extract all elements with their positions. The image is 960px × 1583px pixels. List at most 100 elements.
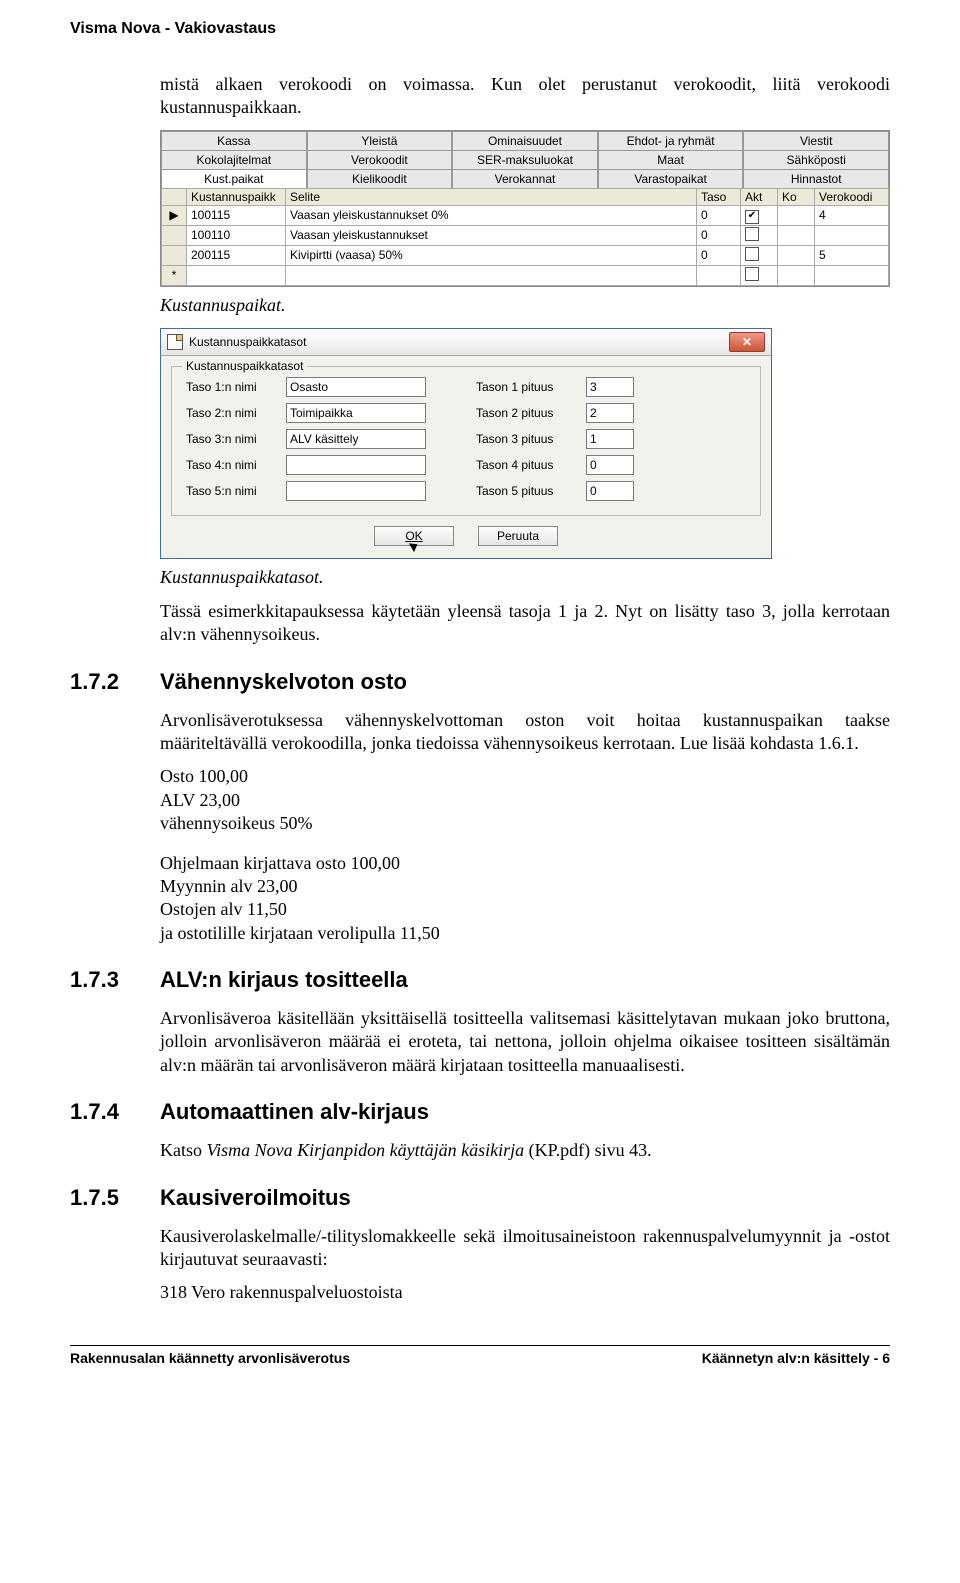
list-172-b: Ohjelmaan kirjattava osto 100,00Myynnin … (160, 852, 890, 946)
table-row[interactable]: * (162, 265, 889, 285)
field-label-taso1-nimi: Taso 1:n nimi (186, 380, 286, 394)
checkbox-icon[interactable] (745, 247, 759, 261)
cell-verokoodi[interactable] (815, 225, 889, 245)
cell-selite[interactable]: Vaasan yleiskustannukset (286, 225, 697, 245)
tab-verokannat[interactable]: Verokannat (452, 169, 598, 188)
tab-ominaisuudet[interactable]: Ominaisuudet (452, 131, 598, 150)
tab-strip: Kassa Yleistä Ominaisuudet Ehdot- ja ryh… (161, 131, 889, 188)
cell-akt[interactable] (741, 245, 778, 265)
heading-title-172: Vähennyskelvoton osto (160, 669, 407, 695)
footer-left: Rakennusalan käännetty arvonlisäverotus (70, 1350, 350, 1366)
kustannuspaikka-grid[interactable]: Kustannuspaikk Selite Taso Akt Ko Veroko… (161, 188, 889, 286)
field-label-taso2-pituus: Tason 2 pituus (476, 406, 586, 420)
tab-maat[interactable]: Maat (598, 150, 744, 169)
input-taso3-nimi[interactable] (286, 429, 426, 449)
paragraph-175-2: 318 Vero rakennuspalveluostoista (160, 1281, 890, 1304)
dialog-title: Kustannuspaikkatasot (189, 335, 306, 349)
checkbox-icon[interactable]: ✔ (745, 210, 759, 224)
heading-number-174: 1.7.4 (70, 1099, 160, 1125)
cell-taso[interactable]: 0 (697, 205, 741, 225)
field-label-taso5-pituus: Tason 5 pituus (476, 484, 586, 498)
cell-kust[interactable]: 100115 (187, 205, 286, 225)
col-akt: Akt (741, 188, 778, 205)
tab-kust-paikat[interactable]: Kust.paikat (161, 169, 307, 188)
paragraph-172-1: Arvonlisäverotuksessa vähennyskelvottoma… (160, 709, 890, 756)
input-taso2-pituus[interactable] (586, 403, 634, 423)
input-taso1-pituus[interactable] (586, 377, 634, 397)
col-kustannuspaikk: Kustannuspaikk (187, 188, 286, 205)
cell-verokoodi[interactable]: 4 (815, 205, 889, 225)
input-taso4-pituus[interactable] (586, 455, 634, 475)
cell-ko[interactable] (778, 265, 815, 285)
input-taso1-nimi[interactable] (286, 377, 426, 397)
ok-button[interactable]: OK (374, 526, 454, 546)
paragraph-173-1: Arvonlisäveroa käsitellään yksittäisellä… (160, 1007, 890, 1077)
field-label-taso3-pituus: Tason 3 pituus (476, 432, 586, 446)
paragraph-175-1: Kausiverolaskelmalle/-tilityslomakkeelle… (160, 1225, 890, 1272)
groupbox-legend: Kustannuspaikkatasot (182, 359, 307, 373)
footer-right: Käännetyn alv:n käsittely - 6 (702, 1350, 890, 1366)
tab-kokolajitelmat[interactable]: Kokolajitelmat (161, 150, 307, 169)
row-marker: * (162, 265, 187, 285)
col-selite: Selite (286, 188, 697, 205)
cell-selite[interactable]: Vaasan yleiskustannukset 0% (286, 205, 697, 225)
field-label-taso1-pituus: Tason 1 pituus (476, 380, 586, 394)
caption-kustannuspaikkatasot: Kustannuspaikkatasot. (160, 567, 890, 588)
heading-title-174: Automaattinen alv-kirjaus (160, 1099, 429, 1125)
table-row[interactable]: 200115Kivipirtti (vaasa) 50%0 5 (162, 245, 889, 265)
tab-viestit[interactable]: Viestit (743, 131, 889, 150)
field-label-taso4-pituus: Tason 4 pituus (476, 458, 586, 472)
grid-rowhdr (162, 188, 187, 205)
input-taso5-nimi[interactable] (286, 481, 426, 501)
cell-kust[interactable]: 200115 (187, 245, 286, 265)
cancel-button[interactable]: Peruuta (478, 526, 558, 546)
tab-sahkoposti[interactable]: Sähköposti (743, 150, 889, 169)
col-verokoodi: Verokoodi (815, 188, 889, 205)
tab-verokoodit[interactable]: Verokoodit (307, 150, 453, 169)
tab-ser-maksuluokat[interactable]: SER-maksuluokat (452, 150, 598, 169)
tab-kassa[interactable]: Kassa (161, 131, 307, 150)
input-taso2-nimi[interactable] (286, 403, 426, 423)
cell-ko[interactable] (778, 245, 815, 265)
field-label-taso5-nimi: Taso 5:n nimi (186, 484, 286, 498)
table-row[interactable]: ▶100115Vaasan yleiskustannukset 0%0 ✔ 4 (162, 205, 889, 225)
cell-selite[interactable] (286, 265, 697, 285)
heading-title-175: Kausiveroilmoitus (160, 1185, 351, 1211)
list-172-a: Osto 100,00ALV 23,00vähennysoikeus 50% (160, 765, 890, 835)
paragraph-tassa-esimerkkitapauksessa: Tässä esimerkkitapauksessa käytetään yle… (160, 600, 890, 647)
close-icon[interactable]: ✕ (729, 332, 765, 352)
input-taso5-pituus[interactable] (586, 481, 634, 501)
cell-akt[interactable] (741, 225, 778, 245)
cell-kust[interactable]: 100110 (187, 225, 286, 245)
input-taso3-pituus[interactable] (586, 429, 634, 449)
cell-akt[interactable] (741, 265, 778, 285)
cell-akt[interactable]: ✔ (741, 205, 778, 225)
checkbox-icon[interactable] (745, 227, 759, 241)
tab-ehdot-ja-ryhmat[interactable]: Ehdot- ja ryhmät (598, 131, 744, 150)
cell-taso[interactable]: 0 (697, 245, 741, 265)
cell-taso[interactable] (697, 265, 741, 285)
row-marker: ▶ (162, 205, 187, 225)
checkbox-icon[interactable] (745, 267, 759, 281)
cell-verokoodi[interactable] (815, 265, 889, 285)
row-marker (162, 245, 187, 265)
col-ko: Ko (778, 188, 815, 205)
cell-selite[interactable]: Kivipirtti (vaasa) 50% (286, 245, 697, 265)
document-header: Visma Nova - Vakiovastaus (70, 20, 890, 38)
heading-number-175: 1.7.5 (70, 1185, 160, 1211)
cell-ko[interactable] (778, 225, 815, 245)
cell-ko[interactable] (778, 205, 815, 225)
table-row[interactable]: 100110Vaasan yleiskustannukset0 (162, 225, 889, 245)
cell-taso[interactable]: 0 (697, 225, 741, 245)
tab-hinnastot[interactable]: Hinnastot (743, 169, 889, 188)
tab-yleista[interactable]: Yleistä (307, 131, 453, 150)
dialog-titlebar[interactable]: Kustannuspaikkatasot ✕ (161, 329, 771, 356)
screenshot-kustannuspaikat: Kassa Yleistä Ominaisuudet Ehdot- ja ryh… (160, 130, 890, 287)
heading-title-173: ALV:n kirjaus tositteella (160, 967, 408, 993)
input-taso4-nimi[interactable] (286, 455, 426, 475)
tab-kielikoodit[interactable]: Kielikoodit (307, 169, 453, 188)
cell-verokoodi[interactable]: 5 (815, 245, 889, 265)
heading-number-172: 1.7.2 (70, 669, 160, 695)
cell-kust[interactable] (187, 265, 286, 285)
tab-varastopaikat[interactable]: Varastopaikat (598, 169, 744, 188)
